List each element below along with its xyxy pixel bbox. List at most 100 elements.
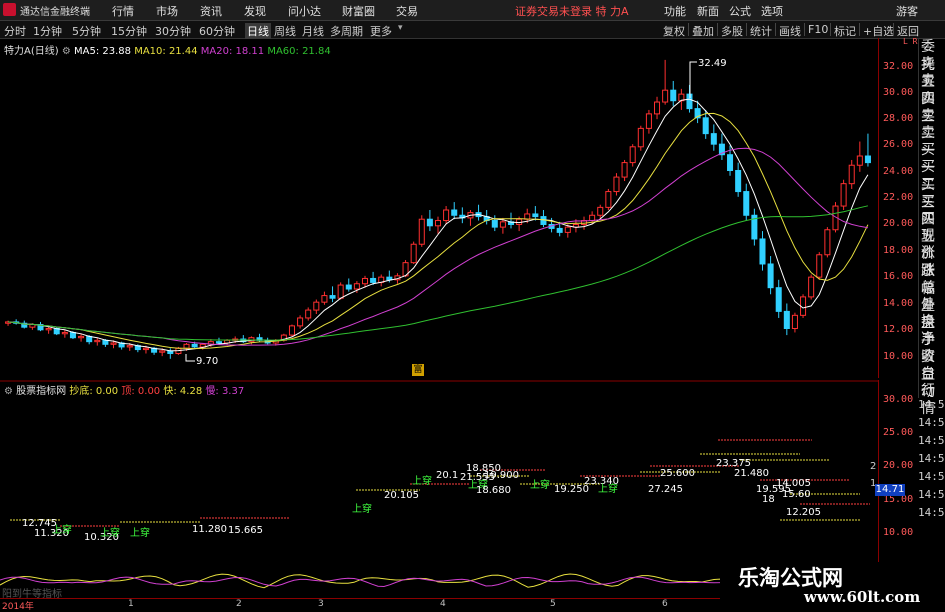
current-price-tag: 14.71 bbox=[875, 484, 905, 496]
axis-label: 22.00 bbox=[883, 192, 914, 203]
candle-body bbox=[491, 220, 498, 228]
candle-body bbox=[434, 220, 442, 227]
candle-body bbox=[621, 162, 628, 178]
menu-item-discover[interactable]: 发现 bbox=[244, 3, 266, 19]
candle-body bbox=[142, 347, 149, 351]
period-tab-intraday[interactable]: 分时 bbox=[4, 23, 26, 39]
candle-body bbox=[288, 325, 295, 336]
indicator-annotation: 上穿 bbox=[100, 528, 120, 539]
indicator-annotation: 上穿 bbox=[598, 484, 618, 495]
candle-body bbox=[556, 227, 563, 233]
chaodi-label: 抄底: 0.00 bbox=[69, 386, 119, 397]
login-status[interactable]: 证券交易未登录 特 力A bbox=[515, 3, 629, 19]
indicator-annotation: 上穿 bbox=[412, 476, 432, 487]
menu-item-formula[interactable]: 公式 bbox=[729, 3, 751, 19]
candle-body bbox=[686, 93, 693, 110]
date-axis-label: 3 bbox=[318, 599, 324, 609]
candle-body bbox=[370, 277, 377, 283]
axis-label: 20.00 bbox=[883, 460, 914, 471]
period-tab-5min[interactable]: 5分钟 bbox=[72, 23, 101, 39]
divider bbox=[746, 23, 747, 36]
tool-statistics[interactable]: 统计 bbox=[750, 23, 772, 39]
indicator-legend: ⚙ 股票指标网 抄底: 0.00 顶: 0.00 快: 4.28 慢: 3.37 bbox=[4, 382, 244, 397]
indicator-annotation: 20.1 bbox=[436, 470, 459, 481]
high-annotation-leader bbox=[689, 61, 697, 98]
period-tab-more[interactable]: 更多 bbox=[370, 23, 392, 39]
menu-item-market[interactable]: 市场 bbox=[156, 3, 178, 19]
candle-body bbox=[305, 309, 312, 319]
candle-body bbox=[645, 113, 652, 129]
low-price-annotation: 9.70 bbox=[196, 356, 219, 367]
tool-draw-line[interactable]: 画线 bbox=[779, 23, 801, 39]
axis-label: 16.00 bbox=[883, 271, 914, 282]
period-tab-monthly[interactable]: 月线 bbox=[302, 23, 324, 39]
candle-body bbox=[864, 155, 871, 164]
indicator-annotation: 11.280 bbox=[192, 524, 227, 535]
axis-label: 14.00 bbox=[883, 298, 914, 309]
indicator-annotation: 14.005 bbox=[776, 478, 811, 489]
tool-mark[interactable]: 标记 bbox=[834, 23, 856, 39]
indicator-annotation: 18.850 bbox=[466, 463, 501, 474]
indicator-gear-icon[interactable]: ⚙ bbox=[4, 386, 13, 397]
watermark: 乐淘公式网 www.60lt.com bbox=[720, 562, 945, 609]
axis-corner-label: L R bbox=[903, 37, 918, 46]
date-axis-label: 6 bbox=[662, 599, 668, 609]
date-axis-label: 4 bbox=[440, 599, 446, 609]
date-axis-label: 1 bbox=[128, 599, 134, 609]
candle-body bbox=[102, 339, 109, 345]
indicator-annotation: 18 bbox=[762, 494, 775, 505]
menu-item-ask[interactable]: 问小达 bbox=[288, 3, 321, 19]
menu-item-options[interactable]: 选项 bbox=[761, 3, 783, 19]
guest-label[interactable]: 游客 bbox=[896, 3, 918, 19]
axis-label: 30.00 bbox=[883, 87, 914, 98]
period-tab-15min[interactable]: 15分钟 bbox=[111, 23, 147, 39]
menu-bar: 通达信金融终端 行情 市场 资讯 发现 问小达 财富圈 交易 证券交易未登录 特… bbox=[0, 0, 945, 21]
date-axis-label: 2 bbox=[236, 599, 242, 609]
menu-item-function[interactable]: 功能 bbox=[664, 3, 686, 19]
settings-gear-icon[interactable]: ⚙ bbox=[62, 46, 71, 57]
period-tab-weekly[interactable]: 周线 bbox=[274, 23, 296, 39]
candle-body bbox=[848, 164, 855, 185]
main-legend: 特力A(日线) ⚙ MA5: 23.88 MA10: 21.44 MA20: 1… bbox=[4, 42, 331, 57]
quote-side-panel[interactable]: 委托 卖五 卖四 卖三 卖二 卖一 买一 买二 买三 买四 买五 现价 涨跌 涨幅 总量 外盘 换手 净资 收益 自动… bbox=[918, 38, 945, 417]
menu-item-quotes[interactable]: 行情 bbox=[112, 3, 134, 19]
divider bbox=[893, 23, 894, 36]
period-tab-30min[interactable]: 30分钟 bbox=[155, 23, 191, 39]
menu-item-trade[interactable]: 交易 bbox=[396, 3, 418, 19]
tick-time-item: 14:56 bbox=[918, 488, 945, 501]
candle-body bbox=[702, 117, 709, 135]
tool-multi-stock[interactable]: 多股 bbox=[721, 23, 743, 39]
period-tab-multi[interactable]: 多周期 bbox=[330, 23, 363, 39]
price-chart[interactable]: 特力A(日线) ⚙ MA5: 23.88 MA10: 21.44 MA20: 1… bbox=[0, 38, 878, 378]
tool-overlay[interactable]: 叠加 bbox=[692, 23, 714, 39]
divider bbox=[717, 23, 718, 36]
indicator-annotation: 18.680 bbox=[476, 485, 511, 496]
candle-body bbox=[345, 284, 352, 290]
tool-restore-rights[interactable]: 复权 bbox=[663, 23, 685, 39]
bottom-indicator-label[interactable]: 阳到牛等指标 bbox=[2, 585, 62, 600]
candle-body bbox=[29, 324, 36, 328]
candle-body bbox=[183, 343, 190, 349]
candle-body bbox=[337, 284, 344, 299]
period-tab-daily[interactable]: 日线 bbox=[245, 23, 271, 39]
price-chart-svg bbox=[5, 59, 871, 362]
candle-body bbox=[629, 146, 636, 164]
axis-label: 10.00 bbox=[883, 351, 914, 362]
period-tab-1min[interactable]: 1分钟 bbox=[33, 23, 62, 39]
candle-body bbox=[86, 335, 93, 343]
menu-item-new-page[interactable]: 新面 bbox=[697, 3, 719, 19]
indicator-annotation: 25.600 bbox=[660, 468, 695, 479]
tool-f10[interactable]: F10 bbox=[808, 23, 828, 36]
indicator-annotation: 上穿 bbox=[130, 528, 150, 539]
info-marker-icon[interactable]: 富 bbox=[412, 364, 424, 376]
candle-body bbox=[69, 331, 76, 339]
tool-add-favorite[interactable]: +自选 bbox=[863, 23, 894, 39]
watermark-url: www.60lt.com bbox=[804, 588, 921, 606]
menu-item-wealth[interactable]: 财富圈 bbox=[342, 3, 375, 19]
more-dropdown-icon[interactable]: ▾ bbox=[398, 23, 403, 33]
divider bbox=[830, 23, 831, 36]
period-tab-60min[interactable]: 60分钟 bbox=[199, 23, 235, 39]
period-toolbar: 分时 1分钟 5分钟 15分钟 30分钟 60分钟 日线 周线 月线 多周期 更… bbox=[0, 21, 945, 39]
menu-item-news[interactable]: 资讯 bbox=[200, 3, 222, 19]
axis-label: 26.00 bbox=[883, 139, 914, 150]
